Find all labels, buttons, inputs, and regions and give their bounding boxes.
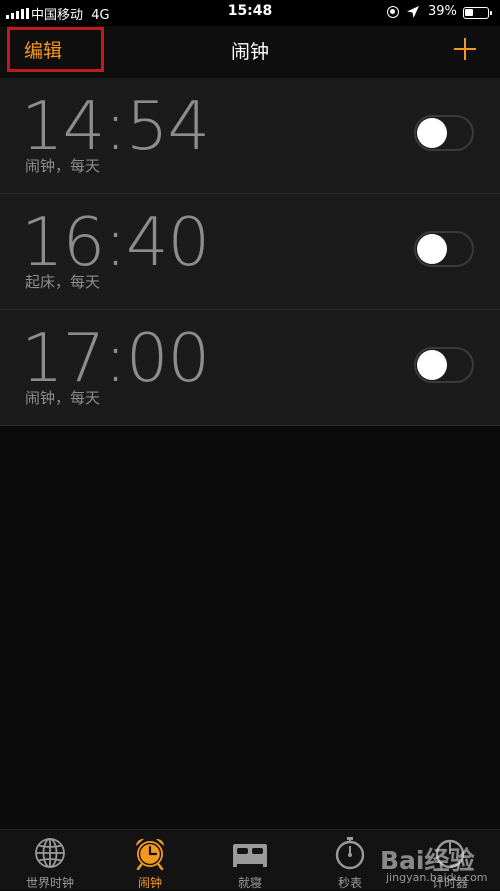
alarm-label: 闹钟，每天 (25, 157, 101, 175)
stopwatch-icon (335, 837, 365, 870)
tab-bar: 世界时钟 闹钟 就寝 秒表 计时器 (0, 829, 500, 890)
alarm-toggle[interactable] (414, 231, 474, 267)
tab-label: 就寝 (237, 876, 262, 890)
globe-icon (35, 838, 65, 868)
tab-alarm[interactable]: 闹钟 (100, 830, 200, 890)
alarm-row[interactable]: 17:00 闹钟，每天 (0, 310, 500, 426)
page-title: 闹钟 (230, 41, 269, 63)
toggle-knob (417, 118, 447, 148)
alarm-row[interactable]: 16:40 起床，每天 (0, 194, 500, 310)
tab-stopwatch[interactable]: 秒表 (300, 830, 400, 890)
tab-label: 世界时钟 (25, 876, 74, 890)
status-time: 15:48 (227, 3, 273, 19)
tab-label: 闹钟 (137, 876, 162, 890)
status-bar: 中国移动 4G 15:48 39% (0, 0, 500, 26)
tab-bedtime[interactable]: 就寝 (200, 830, 300, 890)
alarm-toggle[interactable] (414, 115, 474, 151)
orientation-lock-icon (387, 6, 399, 18)
battery-icon (463, 7, 492, 19)
tab-label: 秒表 (337, 876, 362, 890)
toggle-knob (417, 350, 447, 380)
alarm-label: 起床，每天 (25, 273, 101, 291)
alarm-list: 14:54 闹钟，每天 16:40 起床，每天 17:00 闹钟，每天 (0, 78, 500, 426)
alarm-toggle[interactable] (414, 347, 474, 383)
toggle-knob (417, 234, 447, 264)
alarm-clock-icon (135, 838, 165, 870)
battery-percent: 39% (428, 4, 457, 19)
alarm-row[interactable]: 14:54 闹钟，每天 (0, 78, 500, 194)
nav-bar: 编辑 闹钟 (0, 26, 500, 79)
bed-icon (233, 844, 267, 867)
timer-icon (435, 839, 465, 869)
alarm-label: 闹钟，每天 (25, 389, 101, 407)
location-arrow-icon (407, 6, 419, 18)
add-alarm-button[interactable] (454, 38, 476, 60)
tab-label: 计时器 (431, 876, 468, 890)
tab-world-clock[interactable]: 世界时钟 (0, 830, 100, 890)
tab-timer[interactable]: 计时器 (400, 830, 500, 890)
